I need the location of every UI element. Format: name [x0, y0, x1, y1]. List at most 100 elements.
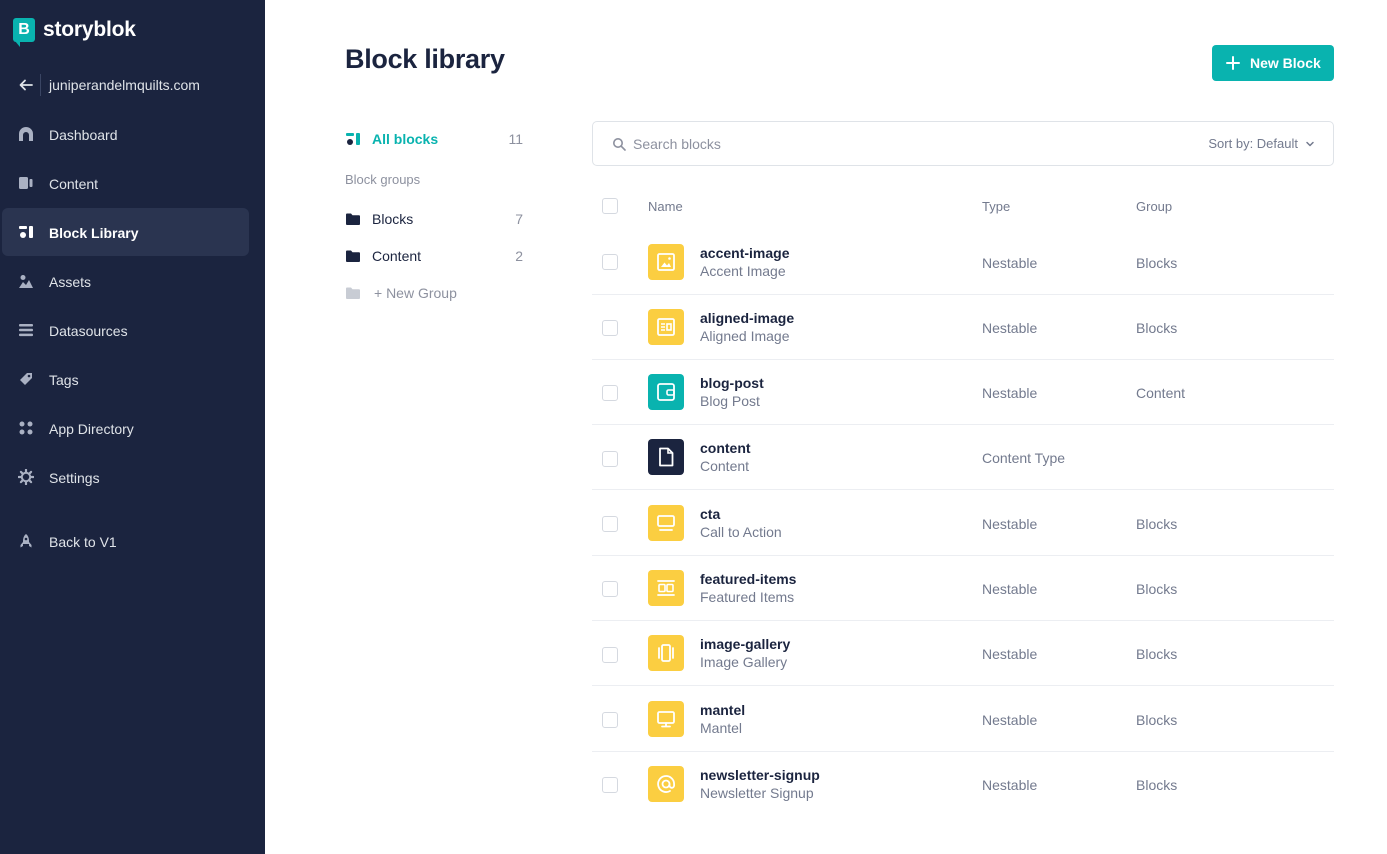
new-block-button[interactable]: New Block: [1212, 45, 1334, 81]
block-type: Nestable: [982, 646, 1038, 662]
sidebar: B storyblok juniperandelmquilts.com Dash…: [0, 0, 265, 854]
row-checkbox[interactable]: [602, 516, 618, 532]
table-row[interactable]: featured-items Featured Items Nestable B…: [592, 556, 1334, 621]
wallet-icon: [648, 374, 684, 410]
block-display-name: Call to Action: [700, 524, 782, 540]
folder-icon: [346, 213, 360, 225]
gear-icon: [18, 469, 34, 485]
sort-dropdown[interactable]: Sort by: Default: [1208, 136, 1315, 151]
column-header-name[interactable]: Name: [648, 199, 683, 214]
select-all-checkbox[interactable]: [602, 198, 618, 214]
chevron-down-icon: [1306, 141, 1314, 146]
sidebar-item-app-directory[interactable]: App Directory: [2, 404, 249, 452]
tags-icon: [20, 373, 32, 385]
monitor-icon: [648, 701, 684, 737]
app-directory-icon: [19, 421, 33, 435]
sidebar-item-back-to-v1[interactable]: Back to V1: [2, 517, 249, 565]
sidebar-item-label: Content: [49, 176, 99, 192]
block-display-name: Accent Image: [700, 263, 786, 279]
row-checkbox[interactable]: [602, 712, 618, 728]
row-checkbox[interactable]: [602, 451, 618, 467]
space-switcher[interactable]: juniperandelmquilts.com: [0, 70, 265, 100]
sidebar-item-content[interactable]: Content: [2, 159, 249, 207]
block-display-name: Aligned Image: [700, 328, 790, 344]
sidebar-item-datasources[interactable]: Datasources: [2, 306, 249, 354]
group-label: Content: [372, 248, 422, 264]
block-type: Nestable: [982, 516, 1038, 532]
group-label: Blocks: [372, 211, 414, 227]
assets-icon: [19, 275, 33, 288]
table-row[interactable]: newsletter-signup Newsletter Signup Nest…: [592, 752, 1334, 817]
block-type: Nestable: [982, 581, 1038, 597]
sidebar-item-settings[interactable]: Settings: [2, 453, 249, 501]
sidebar-item-label: Datasources: [49, 323, 128, 339]
table-row[interactable]: aligned-image Aligned Image Nestable Blo…: [592, 295, 1334, 360]
column-header-type[interactable]: Type: [982, 199, 1010, 214]
sidebar-item-assets[interactable]: Assets: [2, 257, 249, 305]
brand[interactable]: B storyblok: [13, 16, 136, 47]
group-label: All blocks: [372, 131, 439, 147]
block-group: Blocks: [1136, 255, 1178, 271]
block-display-name: Mantel: [700, 720, 743, 736]
sidebar-item-block-library[interactable]: Block Library: [2, 208, 249, 256]
storyblok-logo-icon: B: [13, 18, 35, 47]
block-group: Blocks: [1136, 646, 1178, 662]
page-title: Block library: [345, 44, 505, 74]
datasources-icon: [19, 324, 33, 337]
space-name: juniperandelmquilts.com: [49, 77, 200, 93]
row-checkbox[interactable]: [602, 581, 618, 597]
block-name: content: [700, 440, 751, 456]
cta-icon: [648, 505, 684, 541]
sidebar-item-tags[interactable]: Tags: [2, 355, 249, 403]
row-checkbox[interactable]: [602, 385, 618, 401]
sidebar-item-dashboard[interactable]: Dashboard: [2, 110, 249, 158]
at-icon: [648, 766, 684, 802]
table-row[interactable]: blog-post Blog Post Nestable Content: [592, 360, 1334, 425]
new-group-button[interactable]: + New Group: [345, 282, 525, 304]
new-block-label: New Block: [1250, 55, 1321, 71]
block-type: Nestable: [982, 712, 1038, 728]
block-name: cta: [700, 506, 721, 522]
row-checkbox[interactable]: [602, 254, 618, 270]
row-checkbox[interactable]: [602, 647, 618, 663]
group-all-blocks[interactable]: All blocks 11: [345, 128, 525, 150]
block-display-name: Blog Post: [700, 393, 760, 409]
table-header: Name Type Group: [592, 190, 1334, 222]
table-row[interactable]: content Content Content Type: [592, 425, 1334, 490]
block-group: Blocks: [1136, 581, 1178, 597]
block-name: image-gallery: [700, 636, 791, 652]
block-library-icon: [19, 226, 33, 238]
block-group: Blocks: [1136, 516, 1178, 532]
block-group: Content: [1136, 385, 1186, 401]
row-checkbox[interactable]: [602, 777, 618, 793]
search-input[interactable]: [633, 134, 1133, 154]
sidebar-item-label: Assets: [49, 274, 92, 290]
new-group-label: + New Group: [374, 285, 457, 301]
group-content[interactable]: Content 2: [345, 245, 525, 267]
group-count: 11: [508, 131, 523, 147]
block-name: aligned-image: [700, 310, 795, 326]
arrow-left-icon[interactable]: [18, 77, 34, 93]
group-blocks[interactable]: Blocks 7: [345, 208, 525, 230]
block-type: Nestable: [982, 255, 1038, 271]
table-row[interactable]: mantel Mantel Nestable Blocks: [592, 687, 1334, 752]
block-name: accent-image: [700, 245, 790, 261]
row-checkbox[interactable]: [602, 320, 618, 336]
table-row[interactable]: cta Call to Action Nestable Blocks: [592, 491, 1334, 556]
plus-icon: [1226, 56, 1240, 70]
sidebar-item-label: App Directory: [49, 421, 134, 437]
search-icon: [613, 138, 626, 151]
table-row[interactable]: image-gallery Image Gallery Nestable Blo…: [592, 621, 1334, 686]
image-icon: [648, 244, 684, 280]
table-row[interactable]: accent-image Accent Image Nestable Block…: [592, 230, 1334, 295]
search-bar: Sort by: Default: [592, 121, 1334, 166]
block-group: Blocks: [1136, 320, 1178, 336]
rocket-icon: [20, 534, 32, 548]
block-display-name: Featured Items: [700, 589, 795, 605]
block-library-icon: [346, 133, 360, 145]
column-header-group[interactable]: Group: [1136, 199, 1172, 214]
block-name: blog-post: [700, 375, 764, 391]
block-type: Nestable: [982, 777, 1038, 793]
dashboard-icon: [19, 127, 33, 141]
block-type: Nestable: [982, 385, 1038, 401]
